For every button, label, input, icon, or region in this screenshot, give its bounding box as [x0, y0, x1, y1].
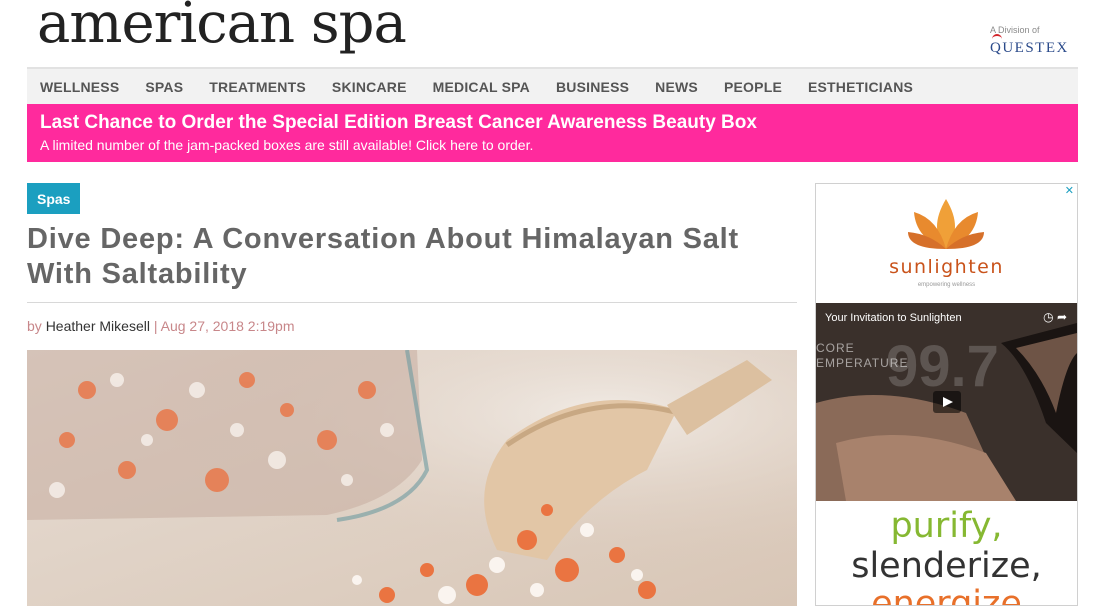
nav-item-medical-spa[interactable]: MEDICAL SPA [433, 79, 530, 95]
nav-item-people[interactable]: PEOPLE [724, 79, 782, 95]
ad-line-slenderize: slenderize, [851, 546, 1042, 586]
overlay-line-2: EMPERATURE [816, 356, 909, 370]
questex-logo[interactable]: A Division of QUESTEX [990, 24, 1080, 57]
category-tag[interactable]: Spas [27, 183, 81, 214]
publish-date: Aug 27, 2018 2:19pm [160, 318, 295, 334]
video-overlay-text: CORE EMPERATURE [816, 341, 908, 371]
ad-line-energize: energize [871, 584, 1022, 606]
ad-tagline: empowering wellness [917, 282, 976, 288]
divider [27, 302, 797, 303]
hero-image [27, 350, 797, 606]
overlay-line-1: CORE [816, 341, 855, 355]
article-headline: Dive Deep: A Conversation About Himalaya… [27, 223, 739, 290]
nav-item-wellness[interactable]: WELLNESS [40, 79, 119, 95]
byline-prefix: by [27, 318, 42, 334]
play-icon[interactable] [933, 391, 961, 413]
division-label: A Division of [990, 25, 1040, 35]
author-link[interactable]: Heather Mikesell [46, 318, 150, 334]
main-nav: WELLNESS SPAS TREATMENTS SKINCARE MEDICA… [27, 67, 1078, 104]
ad-close-icon[interactable]: ✕ [1065, 184, 1074, 197]
questex-arc-icon [992, 34, 1002, 40]
promo-title[interactable]: Last Chance to Order the Special Edition… [40, 112, 1065, 134]
parent-brand: QUESTEX [990, 34, 1080, 57]
nav-item-estheticians[interactable]: ESTHETICIANS [808, 79, 913, 95]
promo-banner[interactable]: Last Chance to Order the Special Edition… [27, 104, 1078, 162]
nav-item-news[interactable]: NEWS [655, 79, 698, 95]
nav-item-treatments[interactable]: TREATMENTS [209, 79, 306, 95]
nav-item-spas[interactable]: SPAS [145, 79, 183, 95]
parent-brand-text: QUESTEX [990, 40, 1069, 56]
byline-separator: | [153, 318, 158, 334]
byline: by Heather Mikesell | Aug 27, 2018 2:19p… [27, 318, 295, 334]
video-share-icon[interactable]: ◷ ➦ [1043, 310, 1067, 324]
nav-item-business[interactable]: BUSINESS [556, 79, 629, 95]
sidebar-ad[interactable]: ✕ sunlighten empowering wellness 99.7 CO… [815, 183, 1078, 606]
lotus-logo-icon [908, 199, 984, 249]
site-logo[interactable]: american spa [37, 0, 407, 54]
ad-video[interactable]: 99.7 CORE EMPERATURE Your Invitation to … [816, 303, 1077, 501]
ad-line-purify: purify, [890, 506, 1003, 546]
promo-subtitle[interactable]: A limited number of the jam-packed boxes… [40, 136, 1065, 154]
ad-brand: sunlighten [889, 256, 1004, 278]
video-title[interactable]: Your Invitation to Sunlighten [825, 312, 962, 324]
nav-item-skincare[interactable]: SKINCARE [332, 79, 407, 95]
salt-photo [27, 350, 797, 606]
